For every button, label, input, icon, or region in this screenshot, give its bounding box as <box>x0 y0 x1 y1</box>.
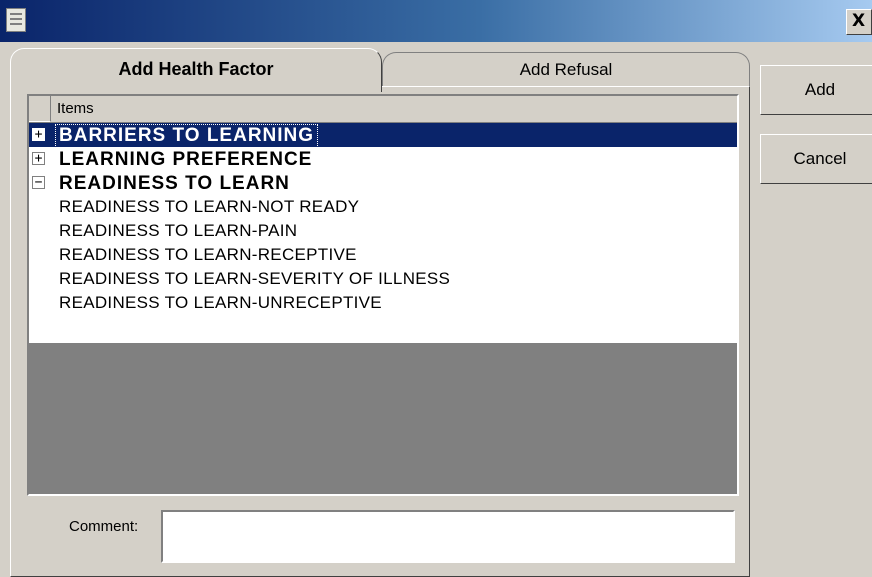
tree-leaf-label: READINESS TO LEARN-UNRECEPTIVE <box>59 293 382 312</box>
tree-header: Items <box>29 96 737 123</box>
tree-node-label: BARRIERS TO LEARNING <box>54 124 319 148</box>
expand-icon[interactable]: + <box>32 128 45 141</box>
tree-leaf[interactable]: READINESS TO LEARN-PAIN <box>29 219 737 243</box>
tab-add-health-factor[interactable]: Add Health Factor <box>10 48 382 92</box>
tree-node-label: LEARNING PREFERENCE <box>59 149 313 170</box>
tree-leaf[interactable]: READINESS TO LEARN-RECEPTIVE <box>29 243 737 267</box>
tree-leaf-label: READINESS TO LEARN-SEVERITY OF ILLNESS <box>59 269 451 288</box>
collapse-icon[interactable]: − <box>32 176 45 189</box>
close-button[interactable]: X <box>846 9 872 35</box>
tree-leaf[interactable]: READINESS TO LEARN-UNRECEPTIVE <box>29 291 737 315</box>
title-bar[interactable] <box>0 0 872 42</box>
tree-body: + BARRIERS TO LEARNING + LEARNING PREFER… <box>29 123 737 343</box>
tree-node[interactable]: + LEARNING PREFERENCE <box>29 147 737 171</box>
tree-node[interactable]: − READINESS TO LEARN <box>29 171 737 195</box>
tree-node-label: READINESS TO LEARN <box>59 173 290 194</box>
system-menu-icon[interactable] <box>6 8 26 32</box>
tree-leaf-label: READINESS TO LEARN-NOT READY <box>59 197 360 216</box>
tree-leaf-label: READINESS TO LEARN-PAIN <box>59 221 298 240</box>
add-button[interactable]: Add <box>760 65 872 115</box>
cancel-button[interactable]: Cancel <box>760 134 872 184</box>
expand-icon[interactable]: + <box>32 152 45 165</box>
header-gutter <box>29 96 51 122</box>
comment-label: Comment: <box>69 518 139 535</box>
comment-input[interactable] <box>161 510 735 563</box>
column-header-items[interactable]: Items <box>57 100 94 117</box>
tree-node[interactable]: + BARRIERS TO LEARNING <box>29 123 737 148</box>
tree-leaf-label: READINESS TO LEARN-RECEPTIVE <box>59 245 357 264</box>
tree-leaf[interactable]: READINESS TO LEARN-NOT READY <box>29 195 737 219</box>
items-tree[interactable]: Items + BARRIERS TO LEARNING + LEARNING … <box>27 94 739 496</box>
tree-leaf[interactable]: READINESS TO LEARN-SEVERITY OF ILLNESS <box>29 267 737 291</box>
tab-add-refusal[interactable]: Add Refusal <box>382 52 750 86</box>
